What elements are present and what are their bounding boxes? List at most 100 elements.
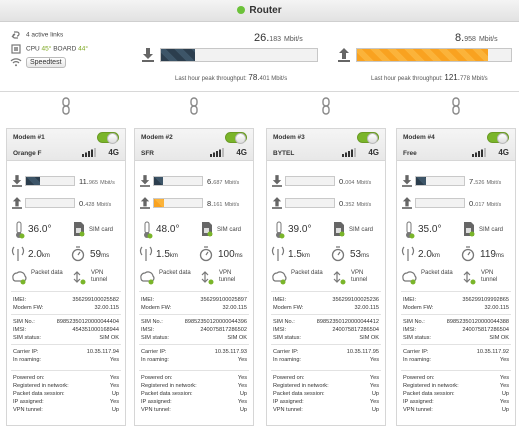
modem-operator: SFR — [141, 150, 154, 157]
network-type: 4G — [236, 148, 247, 157]
modem-upload-bar — [285, 198, 335, 208]
divider — [11, 314, 121, 315]
modem-download-value: 0.004 Mbit/s — [339, 177, 372, 186]
modem-latency: 53ms — [350, 249, 370, 260]
modem-distance: 2.0km — [418, 249, 440, 260]
temperature-row: CPU 45° BOARD 44° — [10, 44, 88, 54]
vpn-tunnel-label: VPN tunnel — [91, 270, 108, 283]
modem-enable-toggle[interactable] — [225, 132, 247, 144]
modem-upload-bar — [153, 198, 203, 208]
sim-card-label: SIM card — [349, 227, 374, 233]
sim-card-icon — [202, 222, 213, 237]
divider — [139, 370, 249, 371]
antenna-icon — [401, 246, 415, 261]
modem-download-fill — [416, 177, 426, 185]
modem-header: Modem #1 Orange F 4G — [7, 129, 125, 161]
modem-header: Modem #2 SFR 4G — [135, 129, 253, 161]
firmware-row: Modem FW: 32.00.115 — [13, 305, 119, 311]
firmware-row: Modem FW: 32.00.115 — [403, 305, 509, 311]
modem-temperature: 39.0° — [288, 224, 312, 235]
packet-data-icon — [402, 271, 417, 285]
modem-upload-bar — [25, 198, 75, 208]
download-icon — [402, 175, 412, 187]
registered-row: Registered in network: Yes — [141, 383, 247, 389]
vpn-tunnel-row: VPN tunnel: Up — [141, 407, 247, 413]
upload-icon — [402, 197, 412, 209]
download-icon — [140, 175, 150, 187]
sim-card-icon — [334, 222, 345, 237]
packet-data-icon — [272, 271, 287, 285]
roaming-row: In roaming: Yes — [13, 357, 119, 363]
modem-temperature: 48.0° — [156, 224, 180, 235]
imsi-row: IMSI: 454351000168944 — [13, 327, 119, 333]
vpn-tunnel-icon — [201, 271, 214, 285]
modem-card-3: Modem #3 BYTEL 4G 0.004 Mbit/s 0.352 Mbi… — [266, 128, 386, 426]
sim-card-icon — [464, 222, 475, 237]
modem-operator: Orange F — [13, 150, 42, 157]
modem-link-icon — [322, 97, 330, 115]
modem-download-bar — [285, 176, 335, 186]
packet-data-label: Packet data — [159, 270, 191, 276]
ip-assigned-row: IP assigned: Yes — [141, 399, 247, 405]
modem-upload-value: 0.428 Mbit/s — [79, 199, 112, 208]
speedtest-button[interactable]: Speedtest — [26, 57, 66, 68]
packet-data-label: Packet data — [31, 270, 63, 276]
modem-enable-toggle[interactable] — [487, 132, 509, 144]
stopwatch-icon — [461, 246, 475, 262]
router-summary: 4 active links CPU 45° BOARD 44° Speedte… — [0, 23, 519, 89]
antenna-icon — [271, 246, 285, 261]
sim-number-row: SIM No.: 89852350120000044396 — [141, 319, 247, 325]
modem-enable-toggle[interactable] — [97, 132, 119, 144]
network-type: 4G — [108, 148, 119, 157]
vpn-tunnel-icon — [73, 271, 86, 285]
modem-link-icon — [190, 97, 198, 115]
carrier-ip-row: Carrier IP: 10.35.117.94 — [13, 349, 119, 355]
link-icon — [11, 31, 20, 39]
divider — [139, 344, 249, 345]
roaming-row: In roaming: Yes — [141, 357, 247, 363]
thermometer-icon — [406, 221, 415, 239]
modem-latency: 59ms — [90, 249, 110, 260]
modem-title: Modem #1 — [13, 134, 45, 141]
modem-distance: 1.5km — [156, 249, 178, 260]
modem-upload-bar — [415, 198, 465, 208]
download-bar — [160, 48, 318, 62]
wifi-icon — [10, 58, 22, 67]
modem-download-fill — [154, 177, 163, 185]
imei-row: IMEI: 356299100025582 — [13, 297, 119, 303]
vpn-tunnel-label: VPN tunnel — [481, 270, 498, 283]
vpn-tunnel-row: VPN tunnel: Up — [273, 407, 379, 413]
packet-session-row: Packet data session: Up — [141, 391, 247, 397]
connection-divider — [0, 91, 519, 92]
divider — [271, 344, 381, 345]
imei-row: IMEI: 356299100025897 — [141, 297, 247, 303]
divider — [401, 370, 511, 371]
vpn-tunnel-row: VPN tunnel: Up — [13, 407, 119, 413]
modem-title: Modem #3 — [273, 134, 305, 141]
modem-enable-toggle[interactable] — [357, 132, 379, 144]
divider — [11, 344, 121, 345]
powered-row: Powered on: Yes — [13, 375, 119, 381]
thermometer-icon — [276, 221, 285, 239]
modem-upload-value: 0.352 Mbit/s — [339, 199, 372, 208]
divider — [401, 291, 511, 292]
divider — [271, 291, 381, 292]
ip-assigned-row: IP assigned: Yes — [273, 399, 379, 405]
registered-row: Registered in network: Yes — [403, 383, 509, 389]
modem-download-value: 7.526 Mbit/s — [469, 177, 502, 186]
modem-header: Modem #4 Free 4G — [397, 129, 515, 161]
imsi-row: IMSI: 240075817286504 — [273, 327, 379, 333]
upload-icon — [272, 197, 282, 209]
packet-data-icon — [12, 271, 27, 285]
modem-operator: BYTEL — [273, 150, 295, 157]
thermometer-icon — [16, 221, 25, 239]
sim-status-row: SIM status: SIM OK — [273, 335, 379, 341]
modem-distance: 2.0km — [28, 249, 50, 260]
divider — [11, 291, 121, 292]
sim-number-row: SIM No.: 89852350120000044412 — [273, 319, 379, 325]
sim-card-label: SIM card — [89, 227, 114, 233]
stopwatch-icon — [331, 246, 345, 262]
sim-card-icon — [74, 222, 85, 237]
stopwatch-icon — [199, 246, 213, 262]
modem-temperature: 35.0° — [418, 224, 442, 235]
